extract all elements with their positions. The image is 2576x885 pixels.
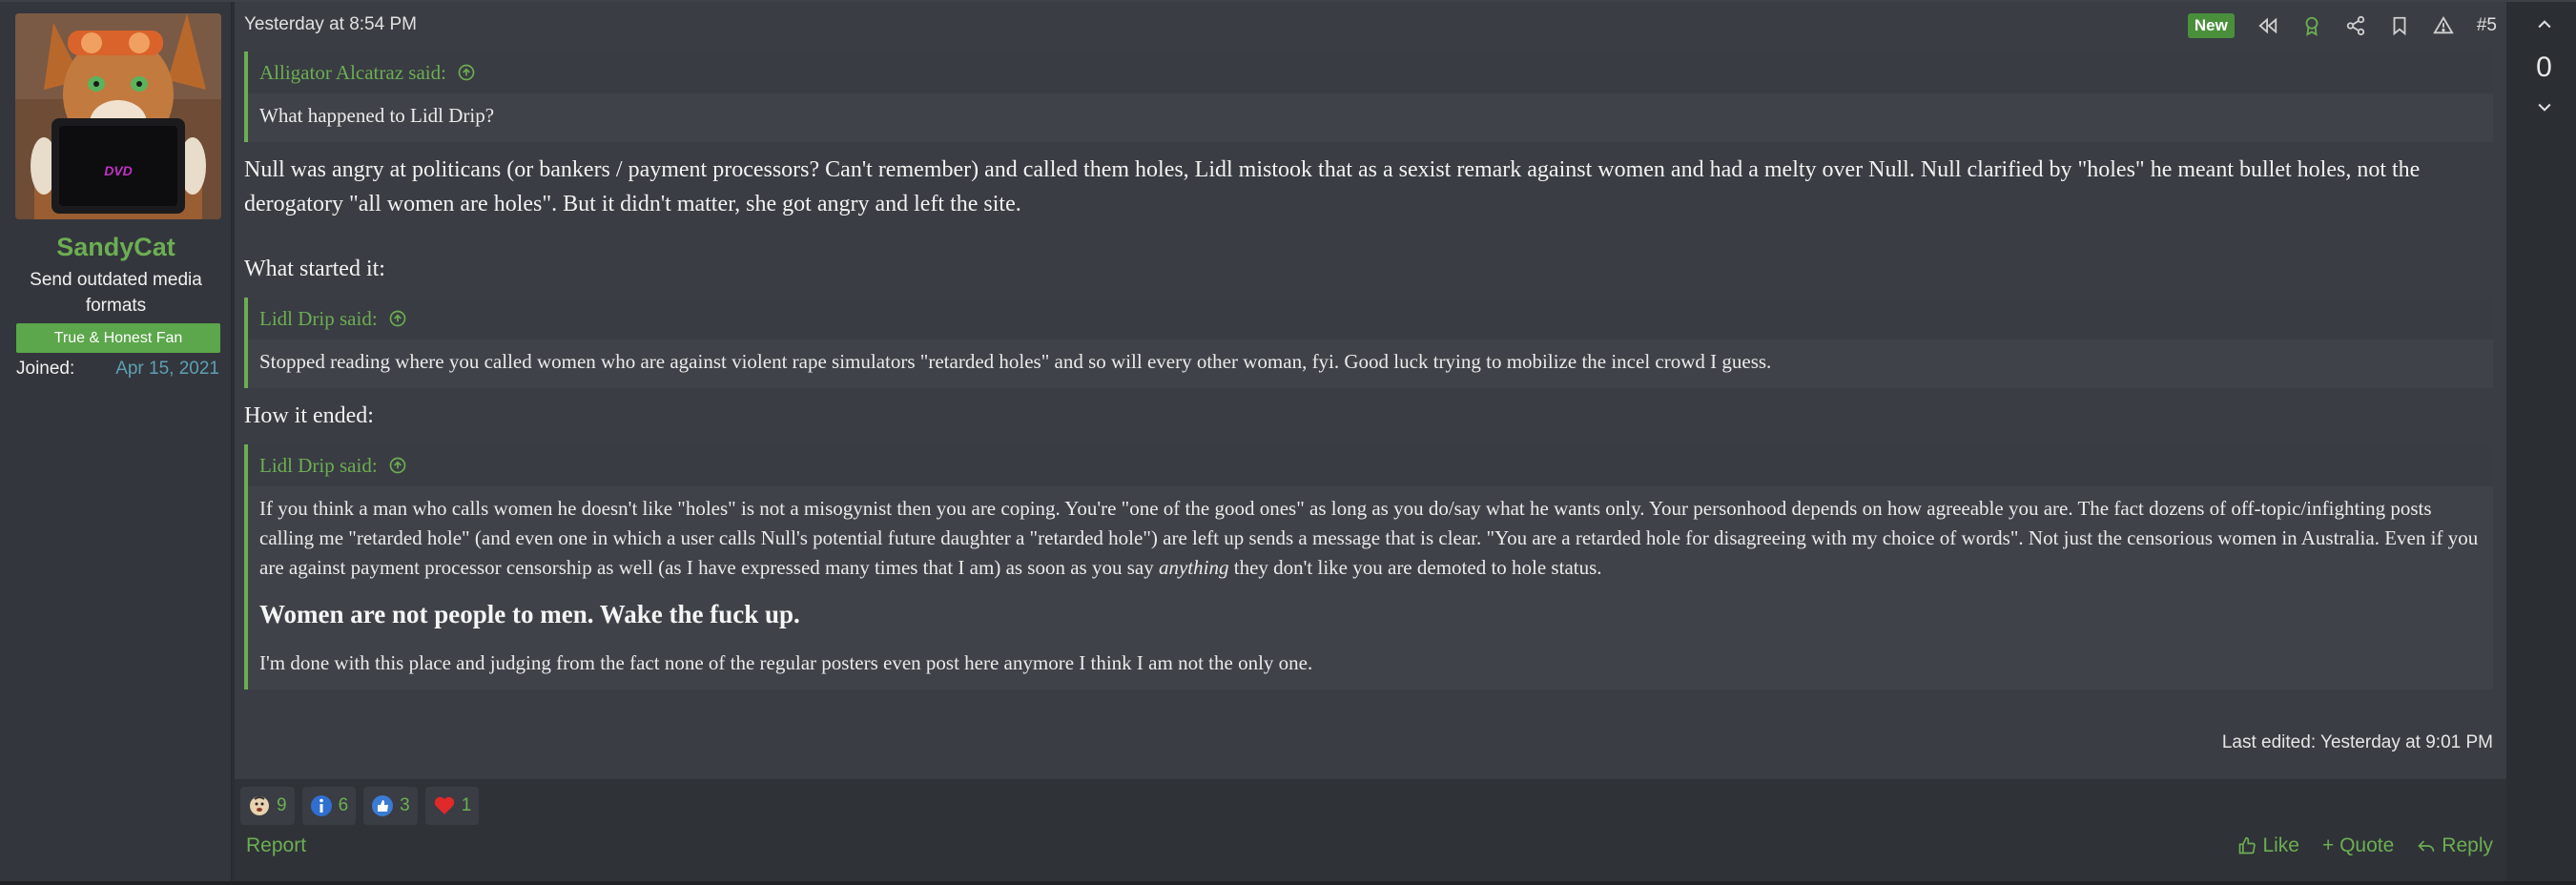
- jump-to-quote-icon[interactable]: [457, 63, 476, 82]
- reaction-count: 3: [400, 795, 410, 815]
- jump-to-quote-icon[interactable]: [388, 456, 407, 475]
- rewind-icon[interactable]: [2257, 15, 2278, 36]
- quote-block: Lidl Drip said: Stopped reading where yo…: [244, 298, 2493, 388]
- post-number[interactable]: #5: [2477, 15, 2497, 36]
- avatar[interactable]: DVD: [15, 13, 221, 219]
- username[interactable]: SandyCat: [0, 233, 232, 262]
- warning-icon[interactable]: [2433, 15, 2454, 36]
- vote-column: 0: [2512, 2, 2576, 881]
- post-attribution: New #5: [2187, 11, 2497, 40]
- downvote-chevron-icon[interactable]: [2535, 97, 2554, 116]
- reply-button[interactable]: Reply: [2417, 834, 2493, 857]
- quote-header[interactable]: Alligator Alcatraz said:: [248, 51, 2493, 93]
- section-heading: What started it:: [244, 257, 385, 281]
- quote-author[interactable]: Lidl Drip said:: [259, 307, 378, 330]
- reaction[interactable]: 9: [240, 787, 295, 825]
- report-link[interactable]: Report: [246, 834, 306, 857]
- section-heading: How it ended:: [244, 403, 374, 428]
- reaction[interactable]: 1: [424, 787, 480, 825]
- reply-icon: [2418, 840, 2435, 852]
- thumbs-up-outline-icon: [2239, 836, 2257, 854]
- avatar-dvd-logo: DVD: [104, 163, 133, 178]
- quote-italic-word: anything: [1158, 556, 1229, 579]
- quote-text: Stopped reading where you called women w…: [259, 350, 1772, 373]
- reply-label: Reply: [2442, 834, 2493, 856]
- post-footer: 9 6 3 1 Report Like + Quote Reply: [235, 779, 2506, 881]
- reaction[interactable]: 6: [301, 787, 357, 825]
- quote-button[interactable]: + Quote: [2322, 834, 2394, 857]
- quote-text: What happened to Lidl Drip?: [259, 104, 495, 127]
- informative-icon: [310, 795, 332, 816]
- post-main: Yesterday at 8:54 PM New #5 Alligator Al…: [235, 2, 2506, 779]
- quote-author[interactable]: Alligator Alcatraz said:: [259, 61, 446, 84]
- post-actions: Like + Quote Reply: [2237, 834, 2493, 857]
- new-badge: New: [2187, 13, 2235, 38]
- thumbs-up-icon: [372, 795, 394, 816]
- user-sidebar: DVD SandyCat Send outdated media formats…: [0, 2, 232, 881]
- quote-bold-line: Women are not people to men. Wake the fu…: [259, 600, 800, 628]
- quote-closing: I'm done with this place and judging fro…: [259, 651, 1313, 674]
- user-title: Send outdated media formats: [30, 270, 202, 316]
- like-label: Like: [2262, 834, 2299, 856]
- avatar-image: DVD: [15, 13, 221, 219]
- quote-header[interactable]: Lidl Drip said:: [248, 298, 2493, 340]
- vote-count: 0: [2536, 51, 2552, 83]
- heart-icon: [434, 796, 454, 814]
- badge-icon[interactable]: [2301, 15, 2322, 36]
- joined-date: Apr 15, 2021: [115, 359, 219, 379]
- user-banner: True & Honest Fan: [16, 323, 220, 353]
- bottom-divider: [0, 881, 2576, 885]
- post-date[interactable]: Yesterday at 8:54 PM: [244, 14, 417, 35]
- quote-text-part: they don't like you are demoted to hole …: [1228, 556, 1602, 579]
- quote-block: Alligator Alcatraz said: What happened t…: [244, 51, 2493, 142]
- reaction-count: 6: [338, 795, 349, 815]
- reaction-count: 1: [461, 795, 472, 815]
- like-button[interactable]: Like: [2237, 834, 2299, 857]
- quote-author[interactable]: Lidl Drip said:: [259, 454, 378, 477]
- post-paragraph: Null was angry at politicans (or bankers…: [244, 157, 2421, 216]
- reactions-bar: 9 6 3 1: [240, 787, 480, 825]
- bookmark-icon[interactable]: [2389, 15, 2410, 36]
- quote-text: If you think a man who calls women he do…: [248, 486, 2493, 689]
- quote-label: + Quote: [2321, 834, 2395, 856]
- quote-header[interactable]: Lidl Drip said:: [248, 444, 2493, 486]
- jump-to-quote-icon[interactable]: [388, 309, 407, 328]
- face-emoji-icon: [250, 796, 269, 815]
- upvote-chevron-icon[interactable]: [2535, 15, 2554, 34]
- last-edited[interactable]: Last edited: Yesterday at 9:01 PM: [2222, 732, 2493, 753]
- reaction[interactable]: 3: [363, 787, 418, 825]
- joined-label: Joined:: [16, 359, 75, 379]
- share-icon[interactable]: [2345, 15, 2366, 36]
- reaction-count: 9: [277, 795, 287, 815]
- quote-block: Lidl Drip said: If you think a man who c…: [244, 444, 2493, 689]
